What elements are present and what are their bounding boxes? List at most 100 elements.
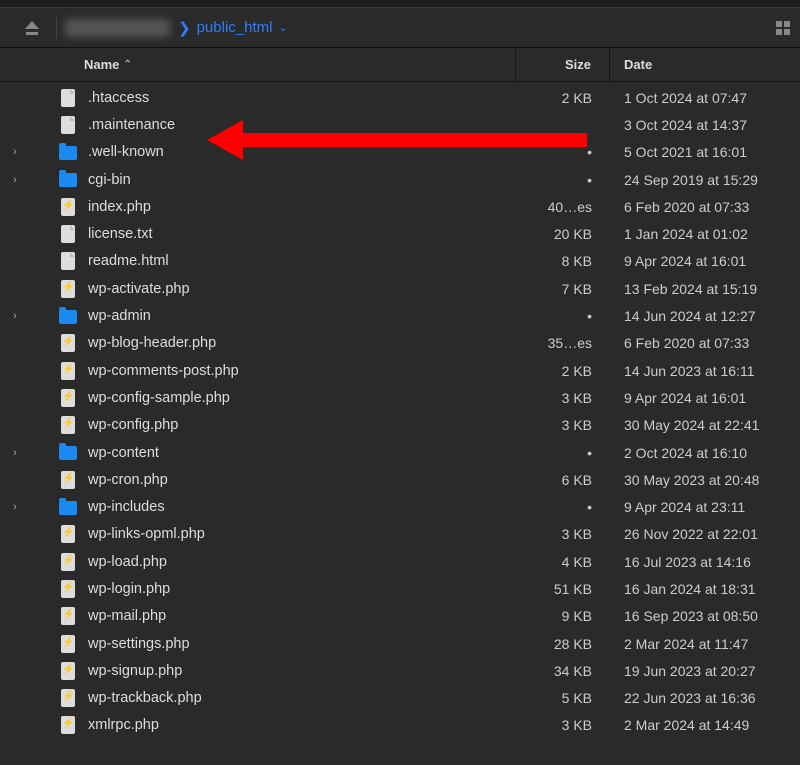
file-date: 2 Mar 2024 at 11:47: [610, 636, 800, 652]
grid-view-icon[interactable]: [776, 21, 790, 35]
file-row[interactable]: ›.well-known•5 Oct 2021 at 16:01: [2, 139, 800, 166]
file-name: license.txt: [88, 226, 516, 242]
file-date: 5 Oct 2021 at 16:01: [610, 144, 800, 160]
file-name: wp-load.php: [88, 554, 516, 570]
file-row[interactable]: ›wp-content•2 Oct 2024 at 16:10: [2, 439, 800, 466]
toolbar: ❯ public_html ⌄: [0, 8, 800, 48]
file-row[interactable]: index.php40…es6 Feb 2020 at 07:33: [2, 193, 800, 220]
file-size: •: [516, 172, 610, 188]
file-row[interactable]: wp-login.php51 KB16 Jan 2024 at 18:31: [2, 575, 800, 602]
file-row[interactable]: readme.html8 KB9 Apr 2024 at 16:01: [2, 248, 800, 275]
file-name: wp-cron.php: [88, 472, 516, 488]
file-size: 28 KB: [516, 636, 610, 652]
file-row[interactable]: ›wp-admin•14 Jun 2024 at 12:27: [2, 302, 800, 329]
file-name: .htaccess: [88, 90, 516, 106]
chevron-down-icon[interactable]: ⌄: [278, 21, 287, 34]
file-row[interactable]: license.txt20 KB1 Jan 2024 at 01:02: [2, 220, 800, 247]
column-header-name-label: Name: [84, 57, 119, 72]
disclosure-triangle-icon[interactable]: ›: [2, 501, 28, 513]
file-row[interactable]: wp-config-sample.php3 KB9 Apr 2024 at 16…: [2, 384, 800, 411]
file-list: .htaccess2 KB1 Oct 2024 at 07:47.mainten…: [0, 82, 800, 739]
file-size: 2 KB: [516, 90, 610, 106]
php-file-icon: [61, 280, 75, 298]
file-size: 51 KB: [516, 581, 610, 597]
file-row[interactable]: ›cgi-bin•24 Sep 2019 at 15:29: [2, 166, 800, 193]
eject-icon[interactable]: [24, 21, 40, 35]
file-row[interactable]: ›wp-includes•9 Apr 2024 at 23:11: [2, 493, 800, 520]
disclosure-triangle-icon[interactable]: ›: [2, 310, 28, 322]
file-row[interactable]: wp-links-opml.php3 KB26 Nov 2022 at 22:0…: [2, 521, 800, 548]
breadcrumb-current[interactable]: public_html: [197, 19, 273, 36]
file-date: 22 Jun 2023 at 16:36: [610, 690, 800, 706]
file-row[interactable]: wp-settings.php28 KB2 Mar 2024 at 11:47: [2, 630, 800, 657]
file-row[interactable]: wp-cron.php6 KB30 May 2023 at 20:48: [2, 466, 800, 493]
file-name: wp-links-opml.php: [88, 526, 516, 542]
file-size: 5 KB: [516, 690, 610, 706]
php-file-icon: [61, 416, 75, 434]
php-file-icon: [61, 662, 75, 680]
sort-ascending-icon: ⌃: [123, 59, 131, 70]
php-file-icon: [61, 716, 75, 734]
column-header-size[interactable]: Size: [516, 48, 610, 81]
file-size: 35…es: [516, 335, 610, 351]
column-header-date-label: Date: [624, 57, 652, 72]
file-size: 3 KB: [516, 390, 610, 406]
file-size: 8 KB: [516, 253, 610, 269]
file-name: .maintenance: [88, 117, 516, 133]
file-date: 1 Oct 2024 at 07:47: [610, 90, 800, 106]
file-name: wp-blog-header.php: [88, 335, 516, 351]
php-file-icon: [61, 580, 75, 598]
file-name: wp-signup.php: [88, 663, 516, 679]
file-name: wp-config.php: [88, 417, 516, 433]
file-date: 26 Nov 2022 at 22:01: [610, 526, 800, 542]
file-row[interactable]: wp-mail.php9 KB16 Sep 2023 at 08:50: [2, 603, 800, 630]
file-date: 19 Jun 2023 at 20:27: [610, 663, 800, 679]
file-row[interactable]: .htaccess2 KB1 Oct 2024 at 07:47: [2, 84, 800, 111]
file-name: wp-activate.php: [88, 281, 516, 297]
file-date: 14 Jun 2024 at 12:27: [610, 308, 800, 324]
file-size: 9 KB: [516, 608, 610, 624]
php-file-icon: [61, 198, 75, 216]
file-name: wp-settings.php: [88, 636, 516, 652]
file-date: 16 Jan 2024 at 18:31: [610, 581, 800, 597]
file-size: 4 KB: [516, 554, 610, 570]
file-name: wp-admin: [88, 308, 516, 324]
file-date: 24 Sep 2019 at 15:29: [610, 172, 800, 188]
column-header-date[interactable]: Date: [610, 48, 800, 81]
file-name: wp-comments-post.php: [88, 363, 516, 379]
file-size: •: [516, 144, 610, 160]
file-row[interactable]: wp-comments-post.php2 KB14 Jun 2023 at 1…: [2, 357, 800, 384]
separator: [56, 17, 57, 39]
file-name: wp-mail.php: [88, 608, 516, 624]
file-row[interactable]: wp-load.php4 KB16 Jul 2023 at 14:16: [2, 548, 800, 575]
folder-icon: [59, 310, 77, 324]
disclosure-triangle-icon[interactable]: ›: [2, 447, 28, 459]
file-date: 14 Jun 2023 at 16:11: [610, 363, 800, 379]
folder-icon: [59, 173, 77, 187]
file-date: 2 Mar 2024 at 14:49: [610, 717, 800, 733]
file-row[interactable]: wp-blog-header.php35…es6 Feb 2020 at 07:…: [2, 330, 800, 357]
file-row[interactable]: wp-config.php3 KB30 May 2024 at 22:41: [2, 412, 800, 439]
file-date: 2 Oct 2024 at 16:10: [610, 445, 800, 461]
file-size: 3 KB: [516, 717, 610, 733]
disclosure-triangle-icon[interactable]: ›: [2, 146, 28, 158]
file-name: wp-trackback.php: [88, 690, 516, 706]
php-file-icon: [61, 525, 75, 543]
window-titlebar: [0, 0, 800, 8]
file-date: 13 Feb 2024 at 15:19: [610, 281, 800, 297]
file-row[interactable]: wp-activate.php7 KB13 Feb 2024 at 15:19: [2, 275, 800, 302]
file-row[interactable]: xmlrpc.php3 KB2 Mar 2024 at 14:49: [2, 712, 800, 739]
file-icon: [61, 252, 75, 270]
file-row[interactable]: wp-signup.php34 KB19 Jun 2023 at 20:27: [2, 657, 800, 684]
file-row[interactable]: .maintenance3 Oct 2024 at 14:37: [2, 111, 800, 138]
file-date: 30 May 2023 at 20:48: [610, 472, 800, 488]
file-size: 7 KB: [516, 281, 610, 297]
column-header-row: Name ⌃ Size Date: [0, 48, 800, 82]
column-header-name[interactable]: Name ⌃: [0, 48, 516, 81]
folder-icon: [59, 146, 77, 160]
file-icon: [61, 225, 75, 243]
file-row[interactable]: wp-trackback.php5 KB22 Jun 2023 at 16:36: [2, 685, 800, 712]
file-name: wp-config-sample.php: [88, 390, 516, 406]
disclosure-triangle-icon[interactable]: ›: [2, 174, 28, 186]
file-date: 9 Apr 2024 at 23:11: [610, 499, 800, 515]
